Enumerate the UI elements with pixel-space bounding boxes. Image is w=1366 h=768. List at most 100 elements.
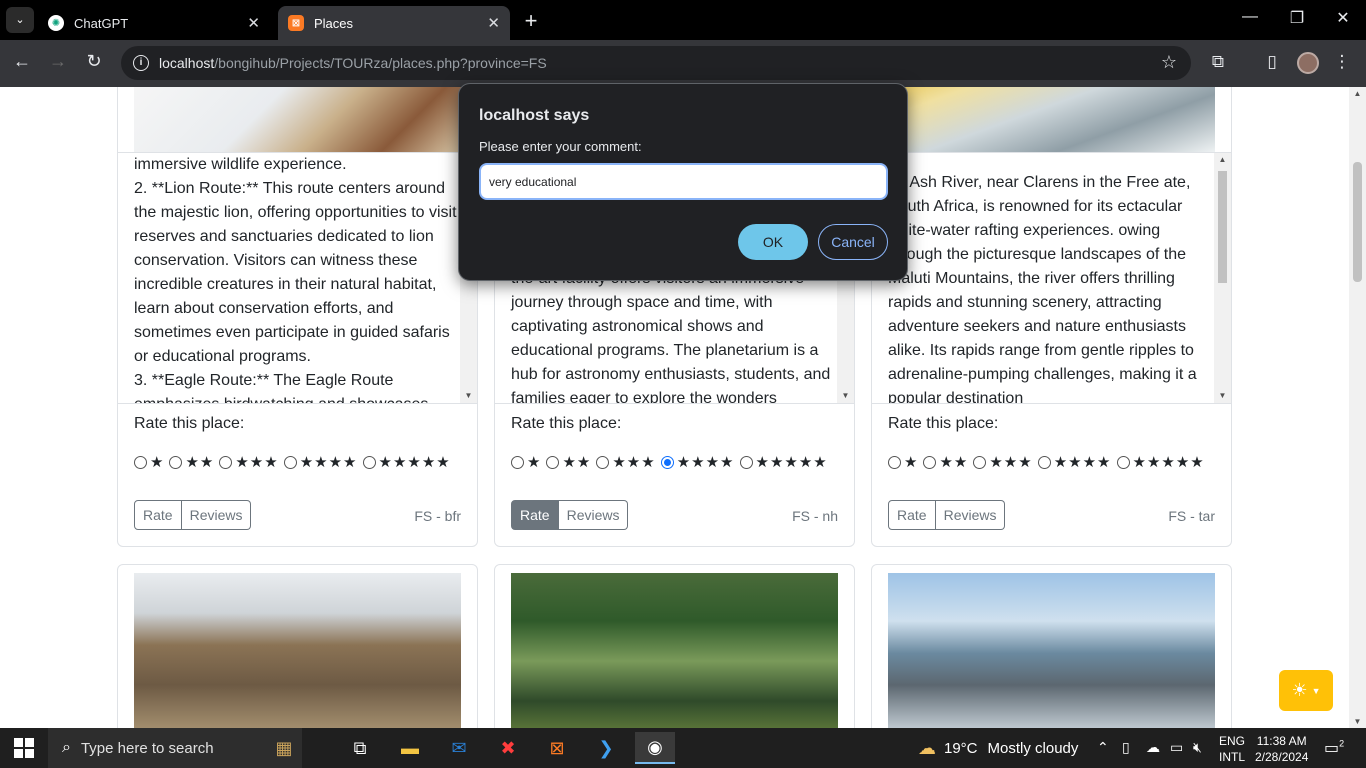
scroll-up-icon[interactable]: ▲ [1349,89,1366,98]
reviews-button[interactable]: Reviews [558,500,629,530]
back-button[interactable]: ← [10,51,34,72]
card-actions: Rate Reviews [888,500,1006,530]
prompt-dialog: localhost says Please enter your comment… [458,83,908,281]
profile-avatar[interactable] [1297,52,1319,74]
rating-radio-3[interactable] [596,455,610,469]
rating-radio-2[interactable] [546,455,560,469]
reload-button[interactable]: ↻ [82,51,106,72]
sun-icon: ☀ [1291,680,1308,700]
rate-label: Rate this place: [511,415,622,432]
place-card [117,564,478,728]
clock[interactable]: 11:38 AM 2/28/2024 [1255,733,1308,765]
url-text[interactable]: localhost/bongihub/Projects/TOURza/place… [159,55,547,71]
scroll-up-icon[interactable]: ▲ [1214,153,1231,167]
rate-button[interactable]: Rate [511,500,559,530]
rating-radio-4[interactable] [1037,455,1051,469]
chrome-icon[interactable]: ◉ [635,732,675,764]
weather-widget[interactable]: ☁ 19°C Mostly cloudy [918,738,1078,759]
description-text: the-art facility offers visitors an imme… [511,270,831,404]
reviews-button[interactable]: Reviews [181,500,252,530]
taskbar-search[interactable]: ⌕ Type here to search [48,728,302,768]
page-scrollbar[interactable]: ▲ ▼ [1349,87,1366,728]
close-icon[interactable]: ✕ [487,14,500,32]
browser-toolbar: ← → ↻ i localhost/bongihub/Projects/TOUR… [0,40,1366,87]
vscode-icon[interactable]: ❯ [586,732,626,764]
windows-taskbar: ⌕ Type here to search ▦ ⧉ ▬ ✉ ✖ ⊠ ❯ ◉ ☁ … [0,728,1366,768]
bookmark-star-icon[interactable]: ☆ [1161,52,1177,73]
rating-radio-5[interactable] [1116,455,1130,469]
ok-button[interactable]: OK [738,224,808,260]
rating-radio-2[interactable] [169,455,183,469]
rating-radio-1[interactable] [888,455,901,469]
search-highlight-icon[interactable]: ▦ [266,732,302,764]
window-close-button[interactable]: ✕ [1331,8,1355,28]
volume-muted-icon[interactable]: 🔇︎ [1193,739,1202,756]
rating-radio-4[interactable] [283,455,297,469]
file-explorer-icon[interactable]: ▬ [390,732,430,764]
forward-button[interactable]: → [46,51,70,72]
rating-radio-2[interactable] [923,455,937,469]
tab-chatgpt[interactable]: ✺ ChatGPT ✕ [38,6,270,40]
description-scrollbar[interactable]: ▲ ▼ [1214,153,1231,403]
scroll-down-icon[interactable]: ▼ [1349,717,1366,726]
place-image [888,87,1215,152]
tab-bar: ⌄ ✺ ChatGPT ✕ ⊠ Places ✕ + — ❐ ✕ [0,0,1366,40]
rating-options: ★ ★★ ★★★ ★★★★ ★★★★★ [888,453,1205,471]
theme-toggle-button[interactable]: ☀ ▼ [1279,670,1333,711]
onedrive-icon[interactable]: ☁ [1146,739,1160,756]
tab-search-button[interactable]: ⌄ [6,7,34,33]
weather-text: Mostly cloudy [987,740,1079,757]
rating-radio-3[interactable] [219,455,233,469]
rate-button[interactable]: Rate [134,500,182,530]
rate-button[interactable]: Rate [888,500,936,530]
side-panel-icon[interactable]: ▯ [1261,52,1283,72]
weather-temp: 19°C [944,740,978,757]
task-view-icon[interactable]: ⧉ [340,732,380,764]
rating-radio-3[interactable] [973,455,987,469]
place-description[interactable]: immersive wildlife experience. 2. **Lion… [118,152,477,404]
card-actions: Rate Reviews [134,500,252,530]
place-image [134,573,461,728]
notification-icon[interactable]: ▭2 [1324,738,1344,758]
scroll-down-icon[interactable]: ▼ [1214,389,1231,403]
chatgpt-icon: ✺ [48,15,64,31]
close-icon[interactable]: ✕ [247,14,260,32]
rating-radio-5[interactable] [362,455,376,469]
language-indicator[interactable]: ENG INTL [1219,733,1245,765]
comment-input[interactable]: very educational [479,163,888,200]
chevron-up-icon[interactable]: ⌃ [1097,739,1109,756]
description-text: immersive wildlife experience. 2. **Lion… [134,156,457,403]
cancel-button[interactable]: Cancel [818,224,888,260]
scroll-down-icon[interactable]: ▼ [460,389,477,403]
search-icon: ⌕ [62,739,71,756]
network-icon[interactable]: ▭ [1170,739,1183,756]
scroll-down-icon[interactable]: ▼ [837,389,854,403]
scroll-thumb[interactable] [1218,171,1227,283]
rating-radio-1[interactable] [134,455,147,469]
menu-icon[interactable]: ⋮ [1331,52,1353,72]
rating-radio-1[interactable] [511,455,524,469]
tab-title: ChatGPT [74,15,129,31]
reviews-button[interactable]: Reviews [935,500,1006,530]
outlook-icon[interactable]: ✉ [439,732,479,764]
minimize-button[interactable]: — [1238,8,1262,26]
xampp-taskbar-icon[interactable]: ⊠ [537,732,577,764]
restore-button[interactable]: ❐ [1285,8,1309,28]
device-icon[interactable]: ▯ [1122,739,1130,756]
rating-radio-5[interactable] [739,455,753,469]
scroll-thumb[interactable] [1353,162,1362,282]
new-tab-button[interactable]: + [520,8,542,34]
address-bar[interactable]: i localhost/bongihub/Projects/TOURza/pla… [121,46,1191,80]
rating-radio-4[interactable] [660,455,674,469]
extensions-icon[interactable]: ⧉ [1207,52,1229,72]
description-text: he Ash River, near Clarens in the Free a… [888,174,1197,404]
windows-start-icon[interactable] [14,738,34,758]
search-placeholder: Type here to search [80,739,214,757]
dialog-title: localhost says [479,107,590,124]
xd-app-icon[interactable]: ✖ [488,732,528,764]
info-icon[interactable]: i [133,55,149,71]
place-card [494,564,855,728]
tab-places[interactable]: ⊠ Places ✕ [278,6,510,40]
card-actions: Rate Reviews [511,500,629,530]
place-description[interactable]: he Ash River, near Clarens in the Free a… [872,152,1231,404]
